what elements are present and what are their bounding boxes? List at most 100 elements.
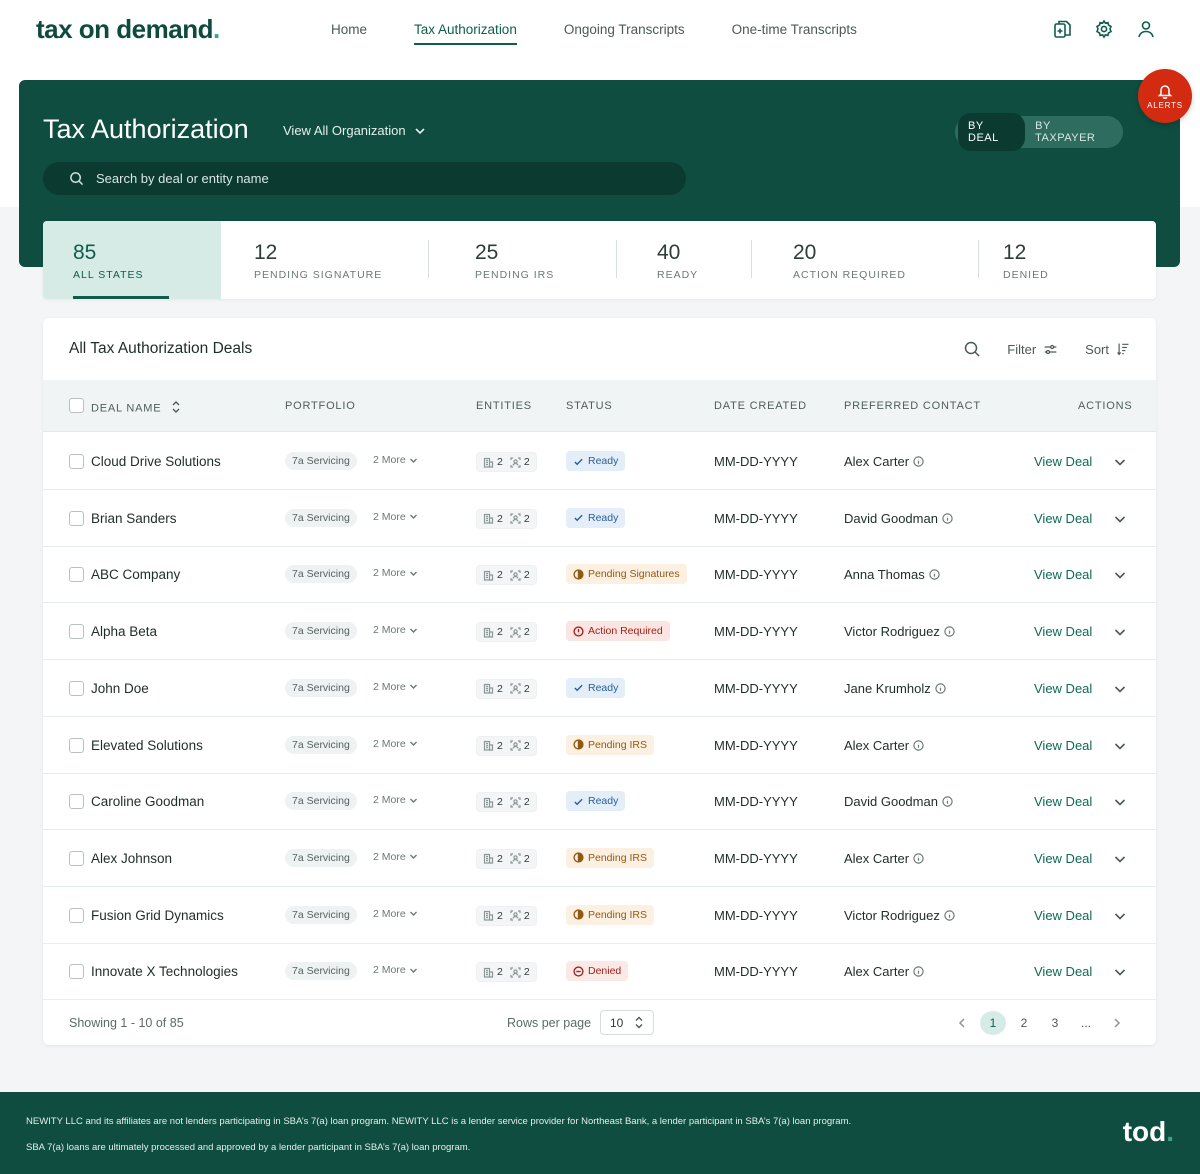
deal-name[interactable]: Innovate X Technologies bbox=[91, 964, 238, 979]
deal-name[interactable]: Alex Johnson bbox=[91, 851, 172, 866]
row-checkbox[interactable] bbox=[69, 454, 84, 469]
view-deal-link[interactable]: View Deal bbox=[1034, 567, 1092, 582]
search-icon[interactable] bbox=[963, 340, 981, 358]
nav-link-ongoing-transcripts[interactable]: Ongoing Transcripts bbox=[564, 22, 685, 45]
row-checkbox[interactable] bbox=[69, 907, 84, 923]
row-checkbox[interactable] bbox=[69, 510, 84, 526]
info-icon[interactable] bbox=[935, 683, 946, 694]
more-portfolios-toggle[interactable]: 2 More bbox=[373, 681, 418, 693]
info-icon[interactable] bbox=[944, 626, 955, 637]
page-3[interactable]: 3 bbox=[1042, 1011, 1068, 1035]
info-icon[interactable] bbox=[929, 569, 940, 581]
more-portfolios-toggle[interactable]: 2 More bbox=[373, 624, 418, 636]
expand-row-button[interactable] bbox=[1113, 455, 1127, 474]
select-all-checkbox[interactable] bbox=[69, 398, 84, 413]
nav-link-home[interactable]: Home bbox=[331, 22, 367, 45]
search-input[interactable] bbox=[96, 171, 656, 186]
view-deal-link[interactable]: View Deal bbox=[1034, 908, 1092, 923]
info-icon[interactable] bbox=[942, 796, 953, 807]
view-deal-link[interactable]: View Deal bbox=[1034, 738, 1092, 753]
info-icon[interactable] bbox=[913, 853, 924, 864]
row-checkbox[interactable] bbox=[69, 794, 84, 810]
gear-icon[interactable] bbox=[1094, 19, 1114, 39]
prev-page-button[interactable] bbox=[949, 1011, 975, 1035]
view-toggle[interactable]: BY DEAL BY TAXPAYER bbox=[955, 113, 1123, 151]
view-deal-link[interactable]: View Deal bbox=[1034, 794, 1092, 809]
deal-name[interactable]: Fusion Grid Dynamics bbox=[91, 908, 224, 923]
nav-link-one-time-transcripts[interactable]: One-time Transcripts bbox=[732, 22, 857, 45]
more-portfolios-toggle[interactable]: 2 More bbox=[373, 908, 418, 920]
table-row[interactable]: ABC Company 7a Servicing 2 More 2 2 Pending S… bbox=[43, 546, 1156, 604]
row-checkbox[interactable] bbox=[69, 737, 84, 753]
search-bar[interactable] bbox=[43, 162, 686, 195]
info-icon[interactable] bbox=[913, 966, 924, 977]
page-1[interactable]: 1 bbox=[980, 1011, 1006, 1035]
deal-name[interactable]: Alpha Beta bbox=[91, 624, 157, 639]
sort-arrows-icon[interactable] bbox=[171, 400, 181, 417]
view-deal-link[interactable]: View Deal bbox=[1034, 624, 1092, 639]
view-deal-link[interactable]: View Deal bbox=[1034, 454, 1092, 469]
deal-name[interactable]: Brian Sanders bbox=[91, 511, 177, 526]
stat-pending-irs[interactable]: 25 PENDING IRS bbox=[429, 221, 615, 299]
deal-name[interactable]: John Doe bbox=[91, 681, 149, 696]
table-row[interactable]: Fusion Grid Dynamics 7a Servicing 2 More 2 2… bbox=[43, 887, 1156, 944]
table-row[interactable]: Alpha Beta 7a Servicing 2 More 2 2 Action Req… bbox=[43, 603, 1156, 661]
view-deal-link[interactable]: View Deal bbox=[1034, 851, 1092, 866]
table-row[interactable]: Elevated Solutions 7a Servicing 2 More 2 2 Pe… bbox=[43, 717, 1156, 774]
table-row[interactable]: Caroline Goodman 7a Servicing 2 More 2 2 Read… bbox=[43, 773, 1156, 831]
stat-action-required[interactable]: 20 ACTION REQUIRED bbox=[752, 221, 978, 299]
documents-icon[interactable] bbox=[1052, 19, 1072, 39]
deal-name[interactable]: ABC Company bbox=[91, 567, 180, 582]
expand-row-button[interactable] bbox=[1113, 625, 1127, 644]
more-portfolios-toggle[interactable]: 2 More bbox=[373, 738, 418, 750]
expand-row-button[interactable] bbox=[1113, 965, 1127, 984]
stat-all-states[interactable]: 85 ALL STATES bbox=[43, 221, 221, 299]
more-portfolios-toggle[interactable]: 2 More bbox=[373, 851, 418, 863]
expand-row-button[interactable] bbox=[1113, 568, 1127, 587]
stat-denied[interactable]: 12 DENIED bbox=[979, 221, 1156, 299]
deal-name[interactable]: Elevated Solutions bbox=[91, 738, 203, 753]
expand-row-button[interactable] bbox=[1113, 739, 1127, 758]
table-row[interactable]: Innovate X Technologies 7a Servicing 2 Mor… bbox=[43, 943, 1156, 1001]
organization-select[interactable]: View All Organization bbox=[283, 123, 426, 138]
next-page-button[interactable] bbox=[1104, 1011, 1130, 1035]
sort-button[interactable]: Sort bbox=[1085, 342, 1130, 357]
info-icon[interactable] bbox=[944, 909, 955, 921]
expand-row-button[interactable] bbox=[1113, 852, 1127, 871]
more-portfolios-toggle[interactable]: 2 More bbox=[373, 794, 418, 806]
expand-row-button[interactable] bbox=[1113, 682, 1127, 701]
brand-logo[interactable]: tax on demand. bbox=[36, 14, 220, 45]
expand-row-button[interactable] bbox=[1113, 795, 1127, 814]
info-icon[interactable] bbox=[913, 456, 924, 467]
table-row[interactable]: Alex Johnson 7a Servicing 2 More 2 2 Pending … bbox=[43, 830, 1156, 887]
row-checkbox[interactable] bbox=[69, 624, 84, 640]
alerts-button[interactable]: ALERTS bbox=[1138, 69, 1192, 123]
row-checkbox[interactable] bbox=[69, 850, 84, 866]
row-checkbox[interactable] bbox=[69, 680, 84, 696]
more-portfolios-toggle[interactable]: 2 More bbox=[373, 454, 418, 466]
table-row[interactable]: Brian Sanders 7a Servicing 2 More 2 2 Ready MM… bbox=[43, 490, 1156, 547]
expand-row-button[interactable] bbox=[1113, 512, 1127, 531]
deal-name[interactable]: Cloud Drive Solutions bbox=[91, 454, 221, 469]
view-deal-link[interactable]: View Deal bbox=[1034, 511, 1092, 526]
deal-name[interactable]: Caroline Goodman bbox=[91, 794, 204, 809]
nav-link-tax-authorization[interactable]: Tax Authorization bbox=[414, 22, 517, 45]
expand-row-button[interactable] bbox=[1113, 909, 1127, 928]
footer-logo[interactable]: tod. bbox=[1123, 1116, 1174, 1148]
info-icon[interactable] bbox=[913, 739, 924, 751]
more-portfolios-toggle[interactable]: 2 More bbox=[373, 567, 418, 579]
more-portfolios-toggle[interactable]: 2 More bbox=[373, 964, 418, 976]
stat-pending-signature[interactable]: 12 PENDING SIGNATURE bbox=[221, 221, 427, 299]
page-2[interactable]: 2 bbox=[1011, 1011, 1037, 1035]
rows-per-page-select[interactable]: 10 bbox=[600, 1010, 654, 1035]
filter-button[interactable]: Filter bbox=[1007, 342, 1058, 357]
more-portfolios-toggle[interactable]: 2 More bbox=[373, 511, 418, 523]
toggle-by-deal[interactable]: BY DEAL bbox=[958, 113, 1026, 151]
row-checkbox[interactable] bbox=[69, 567, 84, 583]
row-checkbox[interactable] bbox=[69, 964, 84, 980]
column-deal-name[interactable]: DEAL NAME bbox=[91, 400, 181, 417]
user-icon[interactable] bbox=[1136, 19, 1156, 39]
table-row[interactable]: John Doe 7a Servicing 2 More 2 2 Ready MM-DD-Y… bbox=[43, 660, 1156, 717]
view-deal-link[interactable]: View Deal bbox=[1034, 681, 1092, 696]
toggle-by-taxpayer[interactable]: BY TAXPAYER bbox=[1025, 113, 1120, 151]
